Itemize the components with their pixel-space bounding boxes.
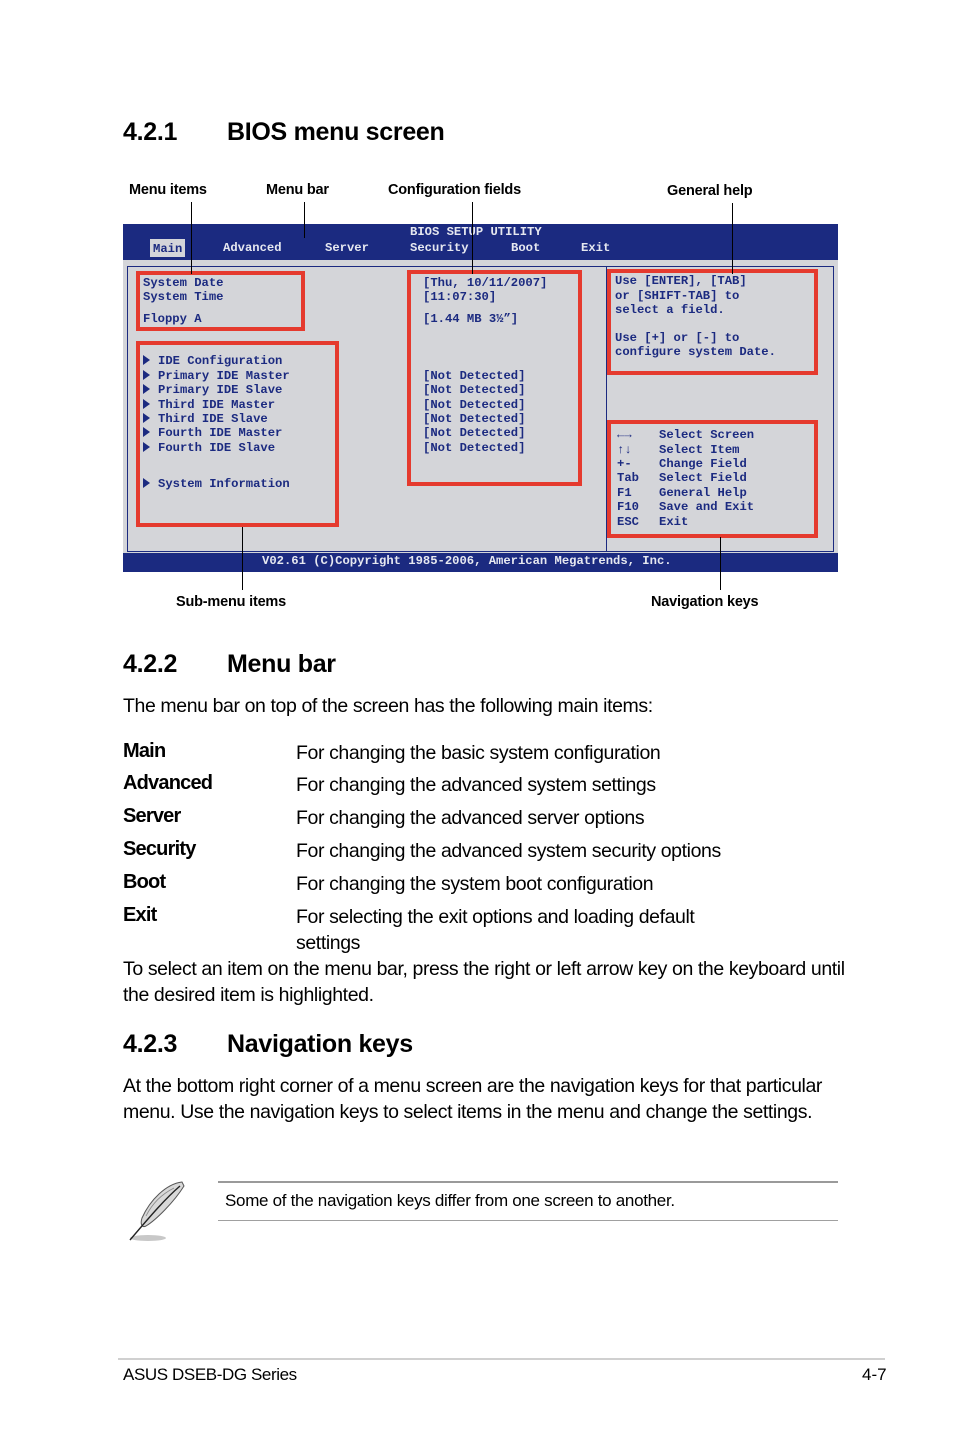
highlight-configuration-fields xyxy=(407,270,582,486)
definition-term-advanced: Advanced xyxy=(123,772,213,794)
menu-tab-exit[interactable]: Exit xyxy=(581,241,610,255)
bios-menu-bar: BIOS SETUP UTILITY Main Advanced Server … xyxy=(123,224,838,260)
definition-term-boot: Boot xyxy=(123,871,166,893)
navigation-keys-body: At the bottom right corner of a menu scr… xyxy=(123,1075,823,1123)
footer-divider xyxy=(118,1358,885,1360)
menu-tab-boot[interactable]: Boot xyxy=(511,241,540,255)
leader-line-general-help xyxy=(732,203,733,274)
highlight-sub-menu-items xyxy=(136,341,339,527)
section-title: BIOS menu screen xyxy=(227,118,445,146)
footer-product-name: ASUS DSEB-DG Series xyxy=(123,1365,297,1384)
definition-desc-advanced: For changing the advanced system setting… xyxy=(296,774,656,796)
leader-line-sub-menu-items xyxy=(242,527,243,590)
definition-term-exit: Exit xyxy=(123,904,157,926)
section-422-heading: 4.2.2 Menu bar xyxy=(123,650,623,682)
definition-desc-security: For changing the advanced system securit… xyxy=(296,840,721,862)
footer-page-number: 4-7 xyxy=(862,1365,887,1384)
definition-term-server: Server xyxy=(123,805,181,827)
menu-tab-security[interactable]: Security xyxy=(410,241,469,255)
highlight-general-help xyxy=(607,269,818,375)
feather-pen-icon xyxy=(122,1178,188,1246)
menu-tab-main[interactable]: Main xyxy=(150,239,186,257)
menu-tab-advanced[interactable]: Advanced xyxy=(223,241,282,255)
section-number: 4.2.1 xyxy=(123,118,178,146)
note-top-divider xyxy=(218,1181,838,1183)
bios-screen: BIOS SETUP UTILITY Main Advanced Server … xyxy=(123,224,838,572)
menu-tab-server[interactable]: Server xyxy=(325,241,369,255)
bios-title: BIOS SETUP UTILITY xyxy=(410,225,542,239)
definition-desc-boot: For changing the system boot configurati… xyxy=(296,873,654,895)
section-number: 4.2.3 xyxy=(123,1030,178,1058)
definition-desc-main: For changing the basic system configurat… xyxy=(296,742,661,764)
definition-desc-exit: For selecting the exit options and loadi… xyxy=(296,906,695,954)
note-text: Some of the navigation keys differ from … xyxy=(225,1191,675,1210)
section-title: Menu bar xyxy=(227,650,336,678)
callout-menu-bar: Menu bar xyxy=(266,182,329,198)
section-number: 4.2.2 xyxy=(123,650,178,678)
leader-line-menu-items xyxy=(191,202,192,274)
menu-bar-intro: The menu bar on top of the screen has th… xyxy=(123,695,653,717)
menu-bar-outro: To select an item on the menu bar, press… xyxy=(123,958,845,1006)
definition-desc-server: For changing the advanced server options xyxy=(296,807,645,829)
definition-term-main: Main xyxy=(123,740,166,762)
callout-navigation-keys: Navigation keys xyxy=(651,594,759,610)
bios-status-bar: V02.61 (C)Copyright 1985-2006, American … xyxy=(123,553,838,572)
callout-menu-items: Menu items xyxy=(129,182,207,198)
note-bottom-divider xyxy=(218,1220,838,1221)
highlight-navigation-keys xyxy=(607,420,818,538)
highlight-menu-items xyxy=(136,271,305,331)
definition-term-security: Security xyxy=(123,838,196,860)
leader-line-navigation-keys xyxy=(720,537,721,590)
leader-line-configuration-fields xyxy=(472,202,473,274)
callout-general-help: General help xyxy=(667,183,753,199)
callout-configuration-fields: Configuration fields xyxy=(388,182,521,198)
section-title: Navigation keys xyxy=(227,1030,413,1058)
section-423-heading: 4.2.3 Navigation keys xyxy=(123,1030,623,1062)
section-421-heading: 4.2.1 BIOS menu screen xyxy=(123,118,623,150)
leader-line-menu-bar xyxy=(304,202,305,238)
bios-copyright: V02.61 (C)Copyright 1985-2006, American … xyxy=(262,554,672,568)
callout-sub-menu-items: Sub-menu items xyxy=(176,594,286,610)
